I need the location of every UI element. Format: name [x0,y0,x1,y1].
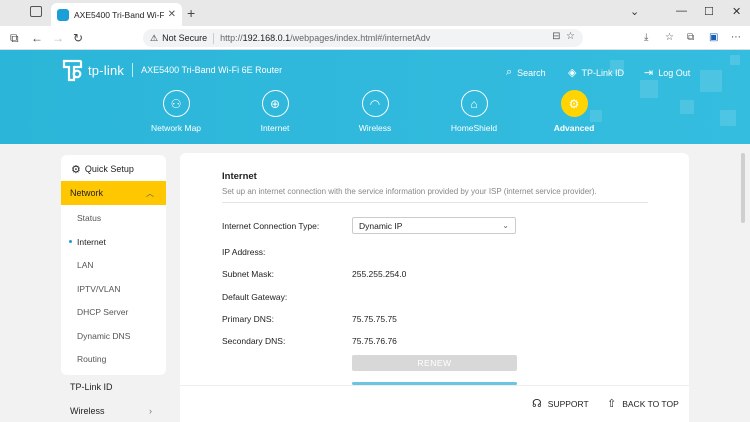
chevron-down-icon: ⌄ [502,221,509,230]
sidebar-item-iptv-vlan[interactable]: IPTV/VLAN [77,284,120,294]
active-dot [69,240,72,243]
warning-icon: ⚠ [150,32,159,43]
search-link[interactable]: ⌕ Search [506,66,546,79]
network-map-icon: ⚇ [162,90,190,117]
new-tab-icon[interactable]: + [187,5,195,21]
support-link[interactable]: ☊ SUPPORT [532,397,589,410]
search-icon: ⌕ [506,66,513,78]
divider [222,202,648,203]
primary-dns-value: 75.75.75.75 [352,314,397,324]
nav-internet[interactable]: ⊕ Internet [235,90,315,133]
sidebar-network[interactable]: Network ︿ [61,181,166,205]
reload-icon[interactable]: ↻ [73,31,83,45]
tab-title: AXE5400 Tri-Band Wi-Fi 6E Router [74,9,164,20]
default-gateway-label: Default Gateway: [222,292,288,302]
sidebar-item-routing[interactable]: Routing [77,354,106,364]
security-indicator[interactable]: ⚠ Not Secure [150,32,215,44]
more-menu-icon[interactable]: ⋯ [731,32,741,43]
logout-icon: ⇥ [644,67,654,79]
sidebar-item-dynamic-dns[interactable]: Dynamic DNS [77,331,130,341]
quick-setup-icon: ⚙ [71,163,81,176]
page-description: Set up an internet connection with the s… [222,187,597,196]
sidebar-tplink-id[interactable]: TP-Link ID [61,377,166,397]
sidebar-toggle-icon[interactable]: ⧉ [10,31,19,46]
logout-link[interactable]: ⇥ Log Out [644,66,690,79]
logo-divider [132,63,134,77]
wifi-icon: ◠ [361,90,389,117]
tplink-favicon-icon [57,8,69,21]
browser-tab-bar: AXE5400 Tri-Band Wi-Fi 6E Router ✕ + ⌄ —… [0,0,750,26]
sidebar-item-lan[interactable]: LAN [77,260,94,270]
url-field[interactable]: ⚠ Not Secure http://192.168.0.1/webpages… [143,29,583,47]
reader-mode-icon[interactable]: ⊟ ☆ [552,31,575,42]
favorites-icon[interactable]: ☆ [665,32,674,43]
primary-dns-label: Primary DNS: [222,314,274,324]
tab-search-icon[interactable]: ⌄ [630,5,639,18]
maximize-icon[interactable]: ☐ [704,5,714,18]
chevron-right-icon: › [149,406,152,416]
sidebar-item-dhcp-server[interactable]: DHCP Server [77,307,128,317]
nav-wireless[interactable]: ◠ Wireless [335,90,415,133]
nav-homeshield[interactable]: ⌂ HomeShield [434,90,514,133]
address-bar-row: ⧉ ← → ↻ ⚠ Not Secure http://192.168.0.1/… [0,26,750,50]
downloads-icon[interactable]: ⤓ [644,32,648,43]
back-icon[interactable]: ← [31,31,43,45]
tab-actions-icon[interactable] [30,6,42,17]
connection-type-select[interactable]: Dynamic IP ⌄ [352,217,516,234]
secondary-dns-label: Secondary DNS: [222,336,286,346]
connection-type-label: Internet Connection Type: [222,221,320,231]
star-icon[interactable]: ☆ [566,31,575,42]
forward-icon[interactable]: → [52,31,64,45]
scrollbar[interactable] [741,153,745,223]
arrow-up-icon: ⇧ [607,398,617,410]
profile-icon[interactable]: ▣ [709,32,718,43]
extensions-icon[interactable]: ⧉ [687,32,694,43]
url-text: http://192.168.0.1/webpages/index.html#/… [220,33,431,43]
close-window-icon[interactable]: ✕ [732,5,741,18]
security-label: Not Secure [162,33,208,43]
tplink-logo-icon [62,59,83,82]
minimize-icon[interactable]: — [676,5,687,17]
tplink-id-link[interactable]: ◈ TP-Link ID [568,66,624,79]
sidebar-quick-setup[interactable]: ⚙ Quick Setup [61,160,166,178]
gear-icon: ⚙ [560,90,588,117]
nav-network-map[interactable]: ⚇ Network Map [136,90,216,133]
tplink-id-icon: ◈ [568,67,577,79]
homeshield-icon: ⌂ [460,90,488,117]
chevron-up-icon: ︿ [146,188,154,198]
subnet-mask-label: Subnet Mask: [222,269,274,279]
close-tab-icon[interactable]: ✕ [168,9,176,20]
brand-name: tp-link [88,62,125,78]
back-to-top-link[interactable]: ⇧ BACK TO TOP [607,397,679,410]
tplink-logo[interactable]: tp-link AXE5400 Tri-Band Wi-Fi 6E Router [60,58,282,82]
globe-icon: ⊕ [261,90,289,117]
subnet-mask-value: 255.255.254.0 [352,269,407,279]
router-header: tp-link AXE5400 Tri-Band Wi-Fi 6E Router… [0,50,750,144]
renew-button[interactable]: RENEW [352,355,517,371]
page-title: Internet [222,171,257,182]
router-model: AXE5400 Tri-Band Wi-Fi 6E Router [141,65,283,75]
headset-icon: ☊ [532,398,542,410]
sidebar-item-status[interactable]: Status [77,213,101,223]
browser-tab[interactable]: AXE5400 Tri-Band Wi-Fi 6E Router ✕ [51,3,182,26]
nav-advanced[interactable]: ⚙ Advanced [534,90,614,133]
secondary-dns-value: 75.75.76.76 [352,336,397,346]
sidebar-item-internet[interactable]: Internet [77,237,106,247]
ip-address-label: IP Address: [222,247,266,257]
sidebar-wireless[interactable]: Wireless › [61,401,166,421]
